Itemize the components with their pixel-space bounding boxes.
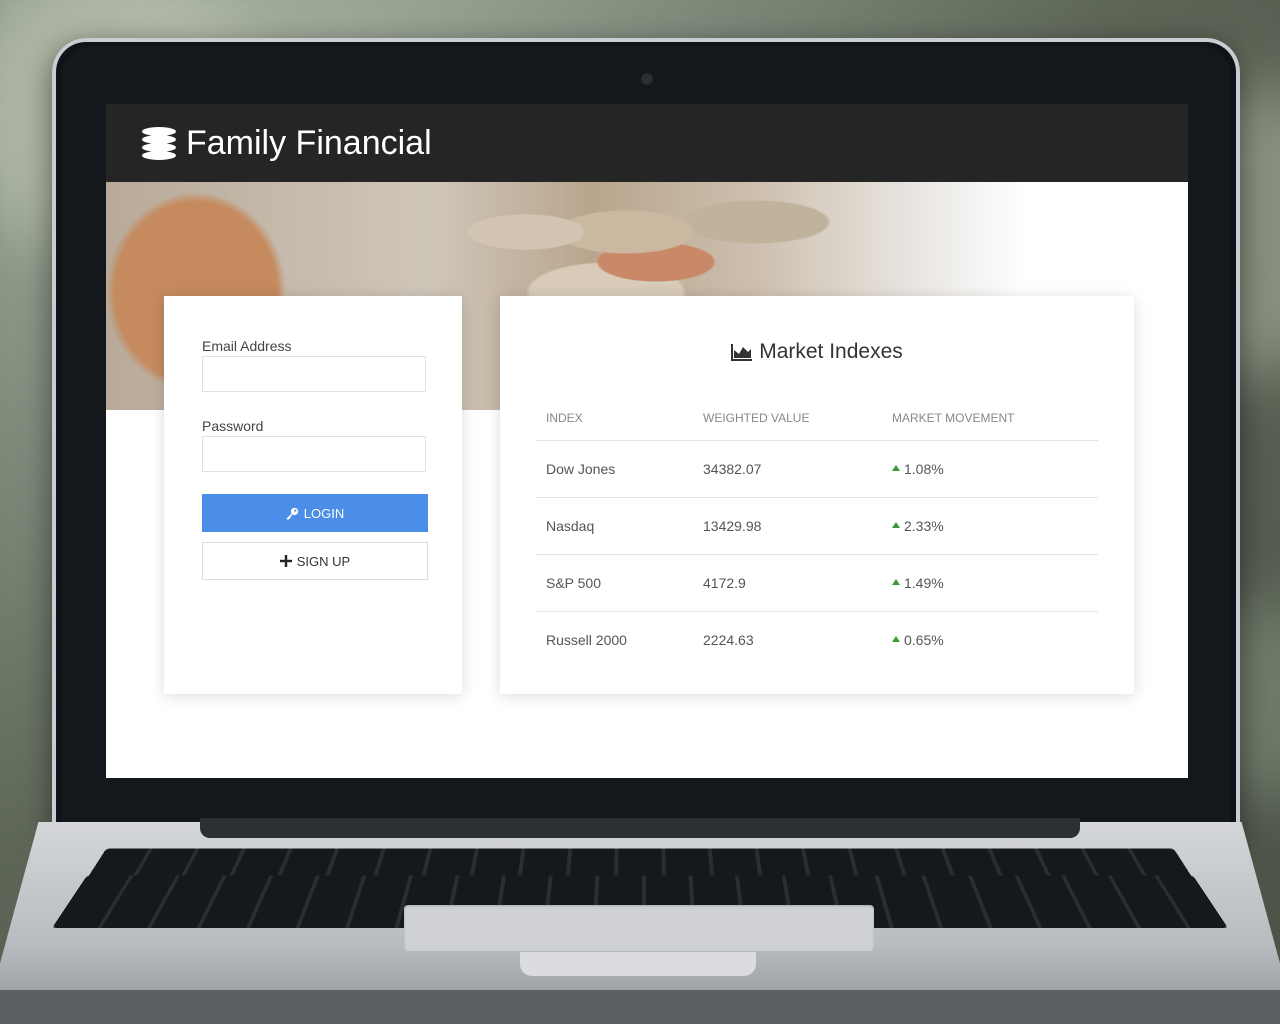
index-movement: 2.33% [882,497,1098,555]
table-row: S&P 500 4172.9 1.49% [536,554,1098,612]
index-value: 34382.07 [693,440,882,498]
movement-value: 2.33% [904,518,944,534]
app-screen: Family Financial Email Address Password … [106,104,1188,778]
email-label: Email Address [202,338,292,354]
index-name: Dow Jones [536,440,693,498]
column-header-index: INDEX [536,396,693,441]
email-field[interactable] [202,356,426,392]
index-value: 13429.98 [693,497,882,555]
coins-icon [140,125,178,163]
login-label: LOGIN [303,505,345,521]
plus-icon [279,555,292,567]
market-table: INDEX WEIGHTED VALUE MARKET MOVEMENT Dow… [536,396,1098,668]
movement-value: 1.49% [904,575,944,591]
signup-button[interactable]: SIGN UP [202,542,428,580]
index-name: Russell 2000 [546,632,627,648]
movement-value: 0.65% [904,632,944,648]
table-row: Russell 2000 2224.63 0.65% [536,612,1098,669]
brand-name: Family Financial [186,124,432,162]
trackpad [404,905,874,951]
table-row: Nasdaq 13429.98 2.33% [536,497,1098,555]
password-label: Password [202,418,264,434]
login-button[interactable]: LOGIN [202,494,428,532]
signup-label: SIGN UP [296,553,351,569]
index-movement: 1.49% [882,554,1098,612]
table-row: Dow Jones 34382.07 1.08% [536,440,1098,498]
key-icon [286,507,298,520]
market-indexes-card: Market Indexes INDEX WEIGHTED VALUE MARK… [500,296,1134,694]
column-header-weighted-value: WEIGHTED VALUE [693,396,882,441]
index-movement: 1.08% [882,440,1098,498]
navbar: Family Financial [106,104,1188,182]
index-name: Nasdaq [536,497,693,555]
brand[interactable]: Family Financial [140,124,432,163]
login-card: Email Address Password LOGIN SIGN UP [164,296,462,694]
movement-value: 1.08% [904,461,944,477]
webcam [642,74,652,84]
market-title: Market Indexes [500,340,1134,364]
index-movement: 0.65% [882,612,1098,669]
column-header-market-movement: MARKET MOVEMENT [882,396,1098,441]
laptop-front-notch [520,952,756,976]
index-name: S&P 500 [536,554,693,612]
caret-up-icon [892,579,900,586]
table-surface [0,990,1280,1024]
index-value: 2224.63 [703,632,754,648]
area-chart-icon [731,344,753,361]
laptop-hinge [200,818,1080,838]
password-field[interactable] [202,436,426,472]
caret-up-icon [892,465,900,472]
caret-up-icon [892,636,900,643]
index-value: 4172.9 [693,554,882,612]
table-header-row: INDEX WEIGHTED VALUE MARKET MOVEMENT [536,396,1098,441]
caret-up-icon [892,522,900,529]
market-title-text: Market Indexes [759,340,903,363]
